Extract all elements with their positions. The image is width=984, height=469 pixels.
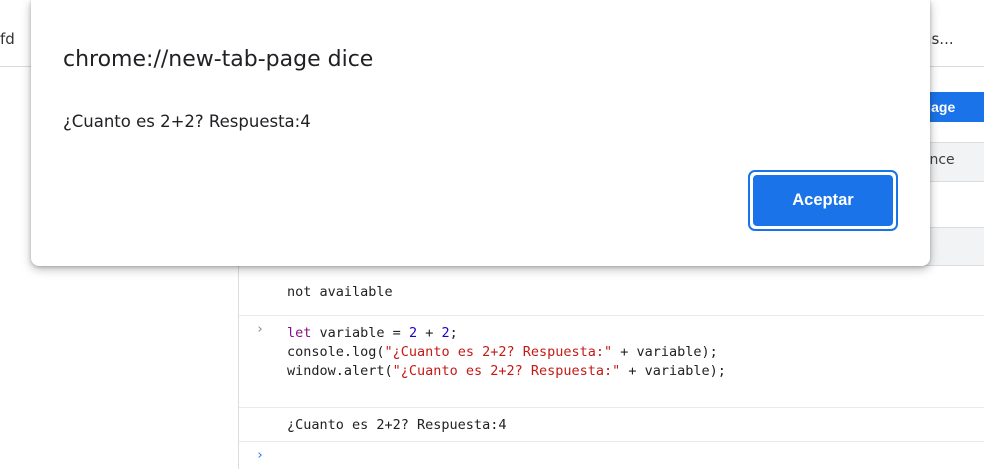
code-call-end: + variable); <box>620 363 726 379</box>
dialog-title: chrome://new-tab-page dice <box>63 47 374 72</box>
accept-button[interactable]: Aceptar <box>748 170 898 231</box>
command-code: let variable = 2 + 2; console.log("¿Cuan… <box>287 324 726 381</box>
code-string: "¿Cuanto es 2+2? Respuesta:" <box>392 363 621 379</box>
console-message: not available <box>239 266 984 316</box>
dialog-message: ¿Cuanto es 2+2? Respuesta:4 <box>63 112 311 131</box>
bookmark-fragment-left[interactable]: fd <box>0 30 15 48</box>
code-number: 2 <box>441 325 450 341</box>
code-number: 2 <box>408 325 418 341</box>
code-call: window.alert( <box>287 363 393 379</box>
alert-dialog: chrome://new-tab-page dice ¿Cuanto es 2+… <box>31 0 930 266</box>
code-operator: = <box>392 325 409 341</box>
console-command: › let variable = 2 + 2; console.log("¿Cu… <box>239 316 984 408</box>
console-output-text: ¿Cuanto es 2+2? Respuesta:4 <box>287 417 507 433</box>
console-message-text: not available <box>287 284 393 300</box>
code-call: console.log( <box>287 344 385 360</box>
code-keyword: let <box>287 325 312 341</box>
code-call-end: + variable); <box>612 344 718 360</box>
chevron-right-icon: › <box>256 322 264 337</box>
accept-button-label: Aceptar <box>753 175 893 226</box>
input-prompt-icon: › <box>256 448 264 463</box>
code-operator: + <box>417 325 442 341</box>
code-string: "¿Cuanto es 2+2? Respuesta:" <box>384 344 613 360</box>
code-identifier: variable <box>311 325 393 341</box>
console-output: ¿Cuanto es 2+2? Respuesta:4 <box>239 408 984 442</box>
console-input[interactable]: › <box>239 442 984 469</box>
code-punctuation: ; <box>449 325 458 341</box>
